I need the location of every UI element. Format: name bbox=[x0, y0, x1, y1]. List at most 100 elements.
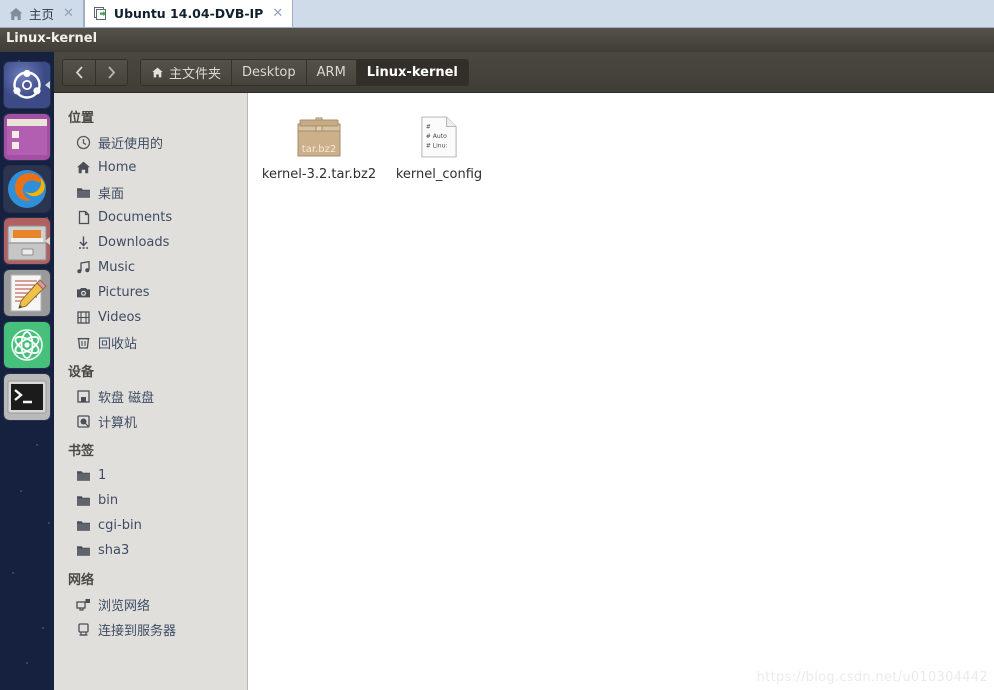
download-icon bbox=[76, 235, 91, 250]
sidebar-item-bookmark-sha3[interactable]: sha3 bbox=[54, 538, 247, 563]
folder-icon bbox=[76, 468, 91, 483]
file-manager-toolbar: 主文件夹 Desktop ARM Linux-kernel bbox=[54, 52, 994, 93]
file-item-archive[interactable]: tar.bz2 kernel-3.2.tar.bz2 bbox=[259, 103, 379, 182]
sidebar-item-desktop[interactable]: 桌面 bbox=[54, 180, 247, 205]
breadcrumb-label: ARM bbox=[316, 64, 346, 80]
camera-icon bbox=[76, 285, 91, 300]
sidebar-section-bookmarks-title: 书签 bbox=[68, 444, 95, 459]
preview-line-3: # Linu: bbox=[426, 142, 448, 149]
launcher-item-terminal[interactable] bbox=[4, 374, 50, 420]
breadcrumb-label: Desktop bbox=[242, 64, 296, 80]
sidebar-item-bookmark-cgi-bin[interactable]: cgi-bin bbox=[54, 513, 247, 538]
archive-box-icon: tar.bz2 bbox=[295, 109, 343, 159]
sidebar-section-places-title: 位置 bbox=[68, 111, 95, 126]
file-list-view[interactable]: tar.bz2 kernel-3.2.tar.bz2 # # Auto # Li… bbox=[249, 93, 994, 690]
folder-icon bbox=[76, 518, 91, 533]
archive-format-badge: tar.bz2 bbox=[302, 144, 336, 155]
sidebar-item-documents[interactable]: Documents bbox=[54, 205, 247, 230]
sidebar-section-devices-title: 设备 bbox=[68, 365, 95, 380]
network-browse-icon bbox=[76, 597, 91, 612]
home-icon bbox=[152, 67, 163, 77]
sidebar-item-label: 最近使用的 bbox=[98, 137, 164, 152]
launcher-item-atom[interactable] bbox=[4, 322, 50, 368]
vm-tab-ubuntu[interactable]: Ubuntu 14.04-DVB-IP ✕ bbox=[83, 0, 294, 27]
sidebar-item-bookmark-1[interactable]: 1 bbox=[54, 463, 247, 488]
music-note-icon bbox=[76, 260, 91, 275]
breadcrumb-item-arm[interactable]: ARM bbox=[305, 59, 356, 85]
home-icon bbox=[8, 6, 24, 22]
trash-icon bbox=[76, 335, 91, 350]
sidebar-item-label: Downloads bbox=[98, 235, 170, 250]
breadcrumb-label: 主文件夹 bbox=[169, 66, 222, 82]
vm-tab-strip: 主页 ✕ Ubuntu 14.04-DVB-IP ✕ bbox=[0, 0, 994, 28]
launcher-item-ubuntu-dash[interactable] bbox=[4, 62, 50, 108]
screen: 主页 ✕ Ubuntu 14.04-DVB-IP ✕ Linux-kernel bbox=[0, 0, 994, 690]
chevron-left-icon bbox=[75, 65, 83, 79]
text-file-icon: # # Auto # Linu: bbox=[420, 109, 458, 159]
sidebar-item-floppy-disk[interactable]: 软盘 磁盘 bbox=[54, 384, 247, 409]
virtual-machine-icon bbox=[93, 6, 109, 22]
sidebar-item-bookmark-bin[interactable]: bin bbox=[54, 488, 247, 513]
breadcrumb-item-linux-kernel[interactable]: Linux-kernel bbox=[355, 59, 468, 85]
sidebar-item-label: 浏览网络 bbox=[98, 599, 151, 614]
breadcrumb-label: Linux-kernel bbox=[366, 64, 458, 80]
file-name-label: kernel-3.2.tar.bz2 bbox=[261, 167, 377, 182]
server-connect-icon bbox=[76, 622, 91, 637]
sidebar-item-label: 回收站 bbox=[98, 337, 138, 352]
launcher-item-text-editor[interactable] bbox=[4, 270, 50, 316]
icon-grid: tar.bz2 kernel-3.2.tar.bz2 # # Auto # Li… bbox=[249, 93, 994, 182]
sidebar-item-recent[interactable]: 最近使用的 bbox=[54, 130, 247, 155]
launcher-item-file-cabinet[interactable] bbox=[4, 218, 50, 264]
sidebar-item-label: Pictures bbox=[98, 285, 150, 300]
sidebar-item-computer[interactable]: 计算机 bbox=[54, 409, 247, 434]
sidebar-item-label: 1 bbox=[98, 468, 107, 483]
sidebar-item-label: 连接到服务器 bbox=[98, 624, 177, 639]
film-icon bbox=[76, 310, 91, 325]
watermark: https://blog.csdn.net/u010304442 bbox=[756, 670, 988, 685]
folder-icon bbox=[76, 185, 91, 200]
recent-clock-icon bbox=[76, 135, 91, 150]
sidebar-section-network-title: 网络 bbox=[68, 573, 95, 588]
window-titlebar: Linux-kernel bbox=[0, 28, 994, 52]
preview-line-2: # Auto bbox=[426, 133, 447, 140]
launcher-item-files[interactable] bbox=[4, 114, 50, 160]
sidebar-item-label: Videos bbox=[98, 310, 142, 325]
home-icon bbox=[76, 160, 91, 175]
sidebar-item-videos[interactable]: Videos bbox=[54, 305, 247, 330]
sidebar-item-pictures[interactable]: Pictures bbox=[54, 280, 247, 305]
sidebar-item-label: 计算机 bbox=[98, 416, 138, 431]
launcher-running-arrow-icon bbox=[45, 237, 50, 245]
sidebar-item-label: 软盘 磁盘 bbox=[98, 391, 155, 406]
places-sidebar[interactable]: 位置 最近使用的 Home 桌面 Documents Downloads Mus… bbox=[54, 93, 248, 690]
close-icon[interactable]: ✕ bbox=[272, 7, 283, 20]
launcher-item-firefox[interactable] bbox=[4, 166, 50, 212]
preview-line-1: # bbox=[426, 123, 431, 130]
chevron-right-icon bbox=[108, 65, 116, 79]
file-manager-window: 主文件夹 Desktop ARM Linux-kernel 位置 最近使用的 H… bbox=[54, 52, 994, 690]
file-item-text[interactable]: # # Auto # Linu: kernel_config bbox=[379, 103, 499, 182]
sidebar-item-trash[interactable]: 回收站 bbox=[54, 330, 247, 355]
vm-tab-home-label: 主页 bbox=[29, 7, 55, 22]
sidebar-item-connect-to-server[interactable]: 连接到服务器 bbox=[54, 617, 247, 642]
folder-icon bbox=[76, 543, 91, 558]
sidebar-item-home[interactable]: Home bbox=[54, 155, 247, 180]
file-name-label: kernel_config bbox=[395, 167, 483, 182]
sidebar-item-downloads[interactable]: Downloads bbox=[54, 230, 247, 255]
breadcrumb-item-home[interactable]: 主文件夹 bbox=[141, 59, 232, 85]
sidebar-item-label: Music bbox=[98, 260, 135, 275]
sidebar-item-browse-network[interactable]: 浏览网络 bbox=[54, 592, 247, 617]
sidebar-item-label: Documents bbox=[98, 210, 173, 225]
unity-launcher bbox=[0, 52, 54, 690]
back-button[interactable] bbox=[63, 59, 95, 85]
folder-icon bbox=[76, 493, 91, 508]
sidebar-item-music[interactable]: Music bbox=[54, 255, 247, 280]
vm-tab-ubuntu-label: Ubuntu 14.04-DVB-IP bbox=[113, 6, 264, 21]
document-icon bbox=[76, 210, 91, 225]
sidebar-item-label: cgi-bin bbox=[98, 518, 142, 533]
sidebar-item-label: sha3 bbox=[98, 543, 130, 558]
vm-tab-home[interactable]: 主页 ✕ bbox=[0, 0, 84, 27]
forward-button[interactable] bbox=[95, 59, 127, 85]
launcher-running-arrow-icon bbox=[45, 81, 50, 89]
breadcrumb-item-desktop[interactable]: Desktop bbox=[231, 59, 306, 85]
close-icon[interactable]: ✕ bbox=[63, 7, 74, 20]
